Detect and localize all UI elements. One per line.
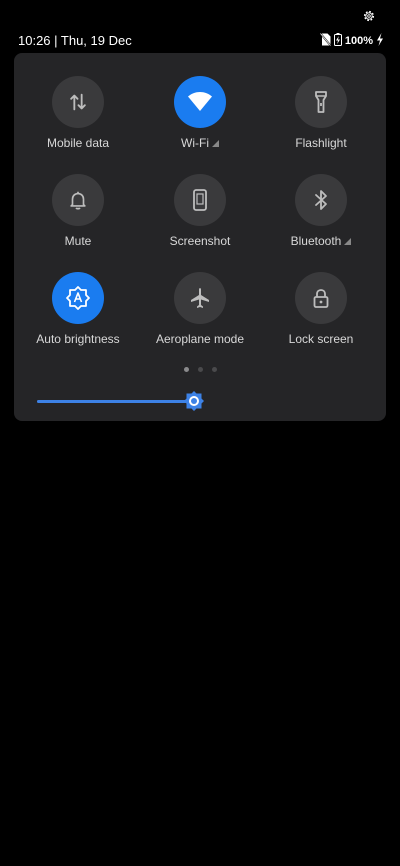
tile-auto-brightness-label: Auto brightness	[36, 332, 120, 346]
mobile-data-icon	[70, 93, 86, 111]
tile-flashlight[interactable]: Flashlight	[261, 76, 381, 150]
no-sim-icon	[319, 32, 332, 49]
lock-icon	[313, 289, 329, 308]
tile-mute-button[interactable]	[52, 174, 104, 226]
page-dot-3[interactable]	[211, 367, 217, 372]
tile-bluetooth-button[interactable]	[295, 174, 347, 226]
charging-bolt-icon	[376, 33, 384, 49]
page-indicator	[14, 367, 386, 372]
page-dot-2[interactable]	[197, 367, 203, 372]
wifi-expand-icon[interactable]	[211, 140, 219, 147]
tile-wifi-label: Wi-Fi	[181, 136, 209, 150]
settings-gear-icon[interactable]	[362, 9, 376, 23]
bell-icon	[70, 191, 86, 210]
tile-aeroplane-mode-button[interactable]	[174, 272, 226, 324]
tile-bluetooth[interactable]: Bluetooth	[261, 174, 381, 248]
tile-wifi[interactable]: Wi-Fi	[140, 76, 260, 150]
bluetooth-icon	[315, 190, 327, 210]
tile-wifi-button[interactable]	[174, 76, 226, 128]
brightness-sun-icon[interactable]	[183, 390, 205, 412]
brightness-slider-fill	[37, 400, 194, 403]
tile-auto-brightness-button[interactable]	[52, 272, 104, 324]
wifi-icon	[188, 92, 212, 111]
tile-bluetooth-label: Bluetooth	[290, 234, 342, 248]
tile-auto-brightness[interactable]: Auto brightness	[18, 272, 138, 346]
tile-mute[interactable]: Mute	[18, 174, 138, 248]
bluetooth-expand-icon[interactable]	[344, 238, 352, 245]
page-dot-1[interactable]	[183, 367, 189, 372]
tile-screenshot-label: Screenshot	[169, 234, 231, 248]
quick-settings-panel: Mobile data Wi-Fi Flashlight Mute Screen…	[14, 53, 386, 421]
tile-mobile-data[interactable]: Mobile data	[18, 76, 138, 150]
tile-lock-screen[interactable]: Lock screen	[261, 272, 381, 346]
auto-brightness-icon	[66, 286, 90, 310]
tile-screenshot-button[interactable]	[174, 174, 226, 226]
tile-flashlight-button[interactable]	[295, 76, 347, 128]
screenshot-icon	[193, 189, 207, 211]
tile-flashlight-label: Flashlight	[295, 136, 347, 150]
status-bar: 10:26 | Thu, 19 Dec 100%	[0, 32, 400, 52]
brightness-slider[interactable]	[37, 390, 204, 412]
tile-aeroplane-mode[interactable]: Aeroplane mode	[140, 272, 260, 346]
aeroplane-icon	[191, 288, 209, 308]
status-icons: 100%	[319, 32, 384, 49]
tile-mute-label: Mute	[64, 234, 92, 248]
tile-mobile-data-label: Mobile data	[46, 136, 110, 150]
battery-icon	[333, 33, 342, 49]
tile-mobile-data-button[interactable]	[52, 76, 104, 128]
status-time-date: 10:26 | Thu, 19 Dec	[18, 33, 132, 48]
tile-lock-screen-label: Lock screen	[288, 332, 354, 346]
tile-screenshot[interactable]: Screenshot	[140, 174, 260, 248]
tile-aeroplane-mode-label: Aeroplane mode	[155, 332, 245, 346]
battery-percent: 100%	[344, 35, 373, 47]
tile-lock-screen-button[interactable]	[295, 272, 347, 324]
flashlight-icon	[315, 91, 327, 113]
